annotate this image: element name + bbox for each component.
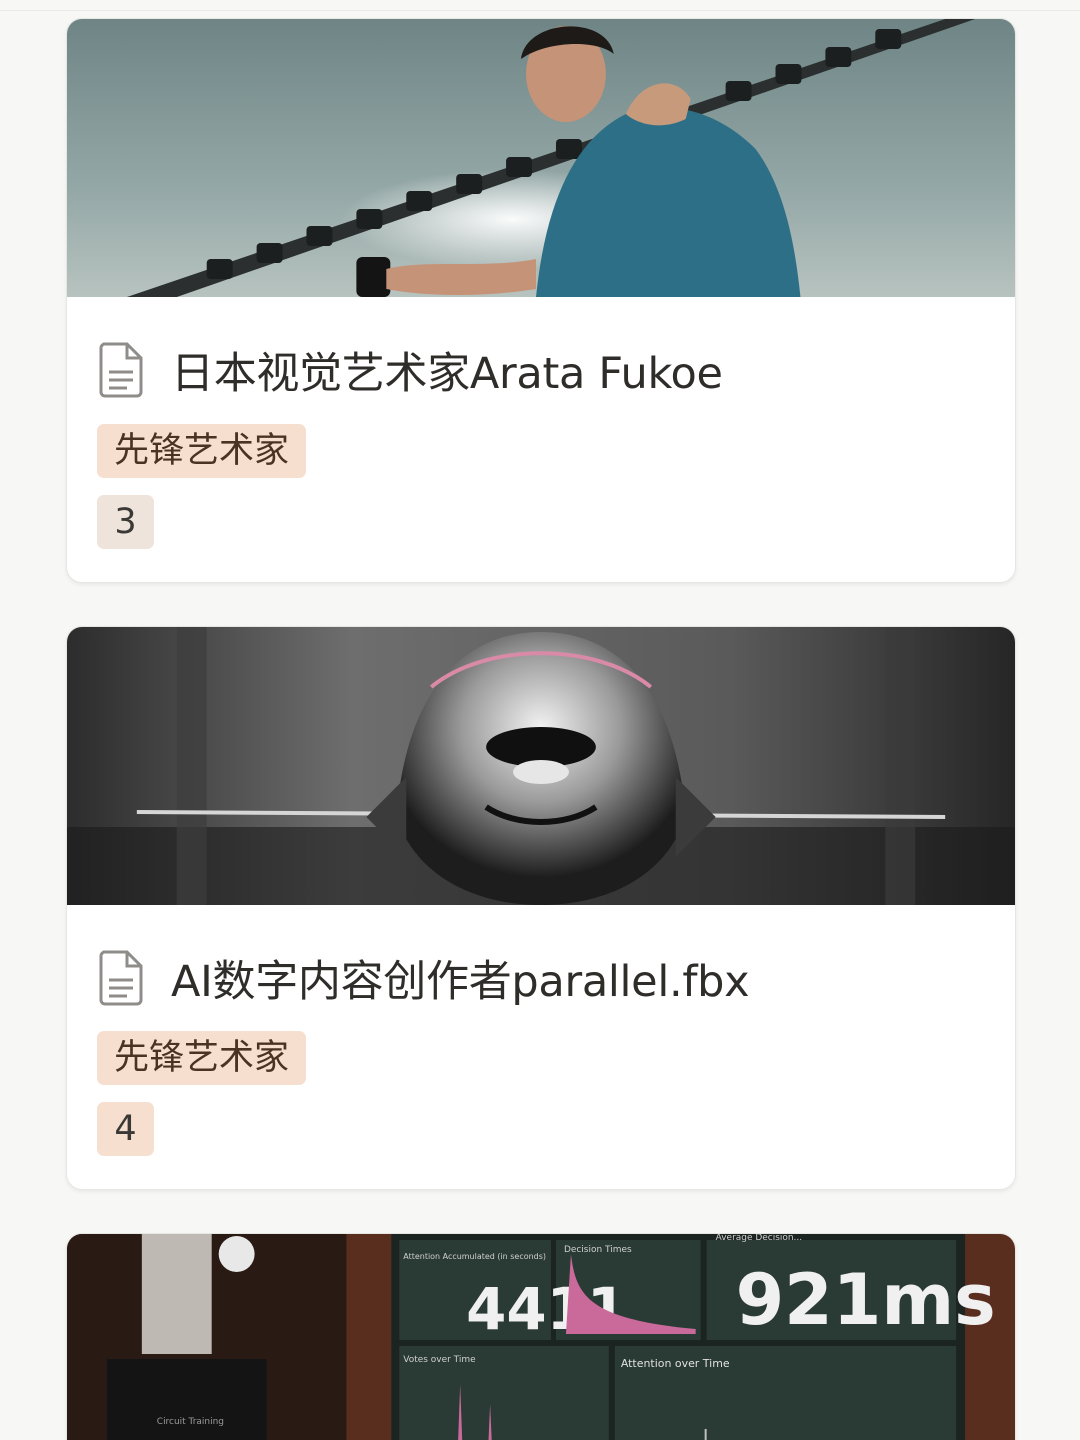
document-icon bbox=[99, 342, 143, 398]
panel-label: Average Decision... bbox=[716, 1234, 802, 1243]
chrome-robot-head-photo bbox=[67, 627, 1015, 905]
gallery-card[interactable]: 日本视觉艺术家Arata Fukoe 先锋艺术家 3 bbox=[66, 18, 1016, 583]
card-title[interactable]: AI数字内容创作者parallel.fbx bbox=[171, 947, 750, 1009]
card-cover-image bbox=[67, 627, 1015, 905]
category-tag: 先锋艺术家 bbox=[97, 1031, 307, 1085]
number-badge: 4 bbox=[97, 1102, 154, 1156]
document-icon bbox=[99, 950, 143, 1006]
category-tag: 先锋艺术家 bbox=[97, 424, 307, 478]
card-title-row: AI数字内容创作者parallel.fbx bbox=[97, 947, 750, 1009]
gallery-page: 日本视觉艺术家Arata Fukoe 先锋艺术家 3 AI数字内容创作者para… bbox=[0, 0, 1080, 1440]
gallery-card[interactable]: Circuit Training Attention Accumulated (… bbox=[66, 1233, 1016, 1440]
panel-label: Decision Times bbox=[564, 1245, 632, 1255]
decision-value: 921ms bbox=[736, 1260, 996, 1341]
card-cover-image: Circuit Training Attention Accumulated (… bbox=[67, 1234, 1015, 1440]
panel-label: Votes over Time bbox=[403, 1355, 476, 1365]
number-badge: 3 bbox=[97, 495, 154, 549]
gallery-card[interactable]: AI数字内容创作者parallel.fbx 先锋艺术家 4 bbox=[66, 626, 1016, 1190]
panel-label: Attention Accumulated (in seconds) bbox=[403, 1252, 546, 1261]
card-title[interactable]: 日本视觉艺术家Arata Fukoe bbox=[171, 339, 723, 401]
top-divider bbox=[0, 10, 1080, 11]
card-cover-image bbox=[67, 19, 1015, 297]
card-title-row: 日本视觉艺术家Arata Fukoe bbox=[97, 339, 723, 401]
data-dashboard-photo: Circuit Training Attention Accumulated (… bbox=[67, 1234, 1015, 1440]
panel-label: Attention over Time bbox=[621, 1357, 730, 1370]
side-label: Circuit Training bbox=[157, 1417, 224, 1427]
person-with-camera-rig-photo bbox=[67, 19, 1015, 297]
